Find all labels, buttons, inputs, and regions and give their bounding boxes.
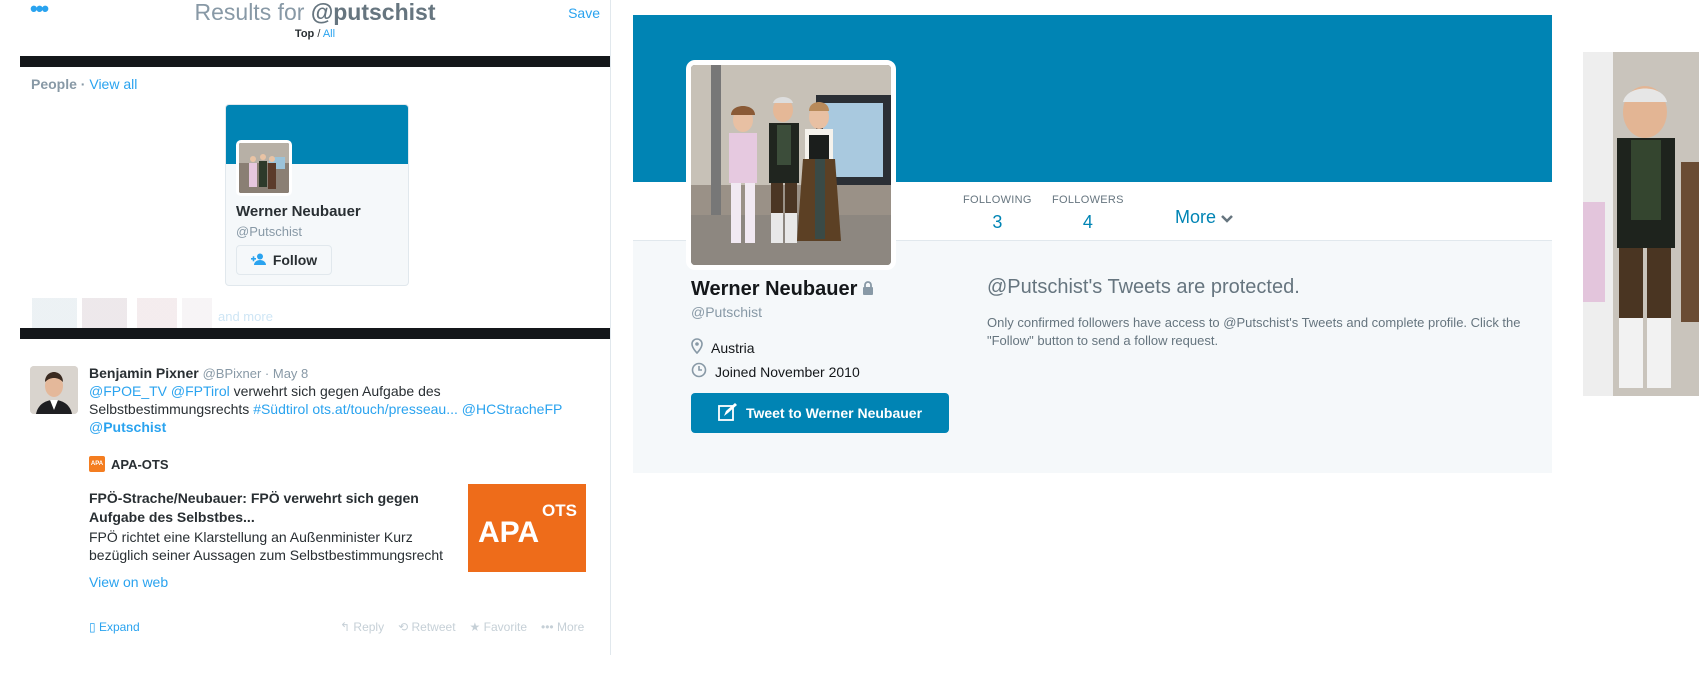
tweet-author-avatar[interactable] (30, 366, 78, 414)
followers-stat[interactable]: FOLLOWERS 4 (1052, 194, 1124, 233)
profile-location: Austria (691, 338, 755, 357)
retweet-icon: ⟲ (398, 620, 409, 634)
profile-avatar[interactable] (686, 60, 896, 270)
apa-ots-icon: APA (89, 456, 105, 472)
mention-link[interactable]: @HCStracheFP (462, 401, 563, 417)
cropped-profile-photo (1583, 52, 1699, 396)
url-link[interactable]: ots.at/touch/presseau... (312, 401, 458, 417)
filter-all[interactable]: All (323, 28, 335, 40)
divider-bar (20, 328, 610, 339)
protected-message: Only confirmed followers have access to … (987, 315, 1521, 348)
compose-icon (718, 402, 738, 424)
filter-top[interactable]: Top (295, 28, 314, 40)
user-card-handle: @Putschist (236, 224, 302, 239)
results-filter: Top / All (294, 28, 336, 40)
logo-main-text: APA (478, 516, 539, 549)
search-query: @putschist (310, 0, 436, 25)
mention-link[interactable]: @FPTirol (171, 383, 230, 399)
reply-icon: ↰ (340, 620, 351, 634)
tweet-actions: ↰ Reply ⟲ Retweet ★ Favorite ••• More (340, 620, 584, 634)
followers-count: 4 (1082, 212, 1093, 232)
location-pin-icon (691, 338, 703, 357)
summary-card-title[interactable]: FPÖ-Strache/Neubauer: FPÖ verwehrt sich … (89, 489, 444, 527)
profile-joined: Joined November 2010 (691, 362, 860, 381)
document-icon: ▯ (89, 620, 96, 634)
clock-icon (691, 362, 707, 381)
card-source: APA APA-OTS (89, 456, 169, 472)
expand-link[interactable]: ▯ Expand (89, 620, 140, 634)
people-heading: People · View all (31, 76, 138, 92)
tweet-author-handle[interactable]: @BPixner (203, 366, 262, 381)
user-card-name[interactable]: Werner Neubauer (236, 203, 361, 220)
protected-title: @Putschist's Tweets are protected. (987, 276, 1300, 298)
results-title: Results for @putschist (194, 0, 436, 25)
apa-ots-logo[interactable]: APA OTS (468, 484, 586, 572)
tweet-author-name[interactable]: Benjamin Pixner (89, 365, 199, 381)
follow-button[interactable]: Follow (236, 245, 332, 275)
profile-handle: @Putschist (691, 304, 763, 320)
user-card-avatar[interactable] (236, 140, 292, 196)
blurred-more-link: and more (218, 309, 273, 324)
lock-icon (862, 278, 874, 301)
retweet-action[interactable]: ⟲ Retweet (398, 620, 455, 634)
profile-photo-icon (239, 143, 289, 193)
tweet-text: @FPOE_TV @FPTirol verwehrt sich gegen Au… (89, 383, 563, 435)
star-icon: ★ (469, 620, 481, 634)
tweet-header: Benjamin Pixner @BPixner · May 8 (89, 365, 309, 381)
mention-link[interactable]: @Putschist (89, 419, 166, 435)
mention-link[interactable]: @FPOE_TV (89, 383, 167, 399)
view-all-people-link[interactable]: View all (89, 76, 137, 92)
ellipsis-icon: ••• (541, 620, 554, 634)
following-stat[interactable]: FOLLOWING 3 (963, 194, 1032, 233)
following-count: 3 (992, 212, 1003, 232)
more-dropdown[interactable]: More (1175, 207, 1233, 228)
author-photo-icon (30, 366, 78, 414)
search-results-panel: ••• Results for @putschist Save Top / Al… (20, 0, 611, 655)
add-user-icon (250, 253, 267, 268)
reply-action[interactable]: ↰ Reply (340, 620, 384, 634)
save-search-link[interactable]: Save (568, 5, 600, 21)
logo-sup-text: OTS (542, 501, 577, 520)
divider-bar (20, 56, 610, 67)
more-action[interactable]: ••• More (541, 620, 584, 634)
profile-name: Werner Neubauer (691, 278, 874, 301)
chevron-down-icon (1221, 207, 1233, 228)
profile-photo-icon (691, 65, 891, 265)
favorite-action[interactable]: ★ Favorite (470, 620, 527, 634)
user-card[interactable]: Werner Neubauer @Putschist Follow (225, 104, 409, 286)
tweet-date[interactable]: May 8 (273, 366, 308, 381)
view-on-web-link[interactable]: View on web (89, 574, 168, 590)
hashtag-link[interactable]: #Südtirol (253, 401, 308, 417)
summary-card-description: FPÖ richtet eine Klarstellung an Außenmi… (89, 529, 444, 563)
tweet-to-button[interactable]: Tweet to Werner Neubauer (691, 393, 949, 433)
